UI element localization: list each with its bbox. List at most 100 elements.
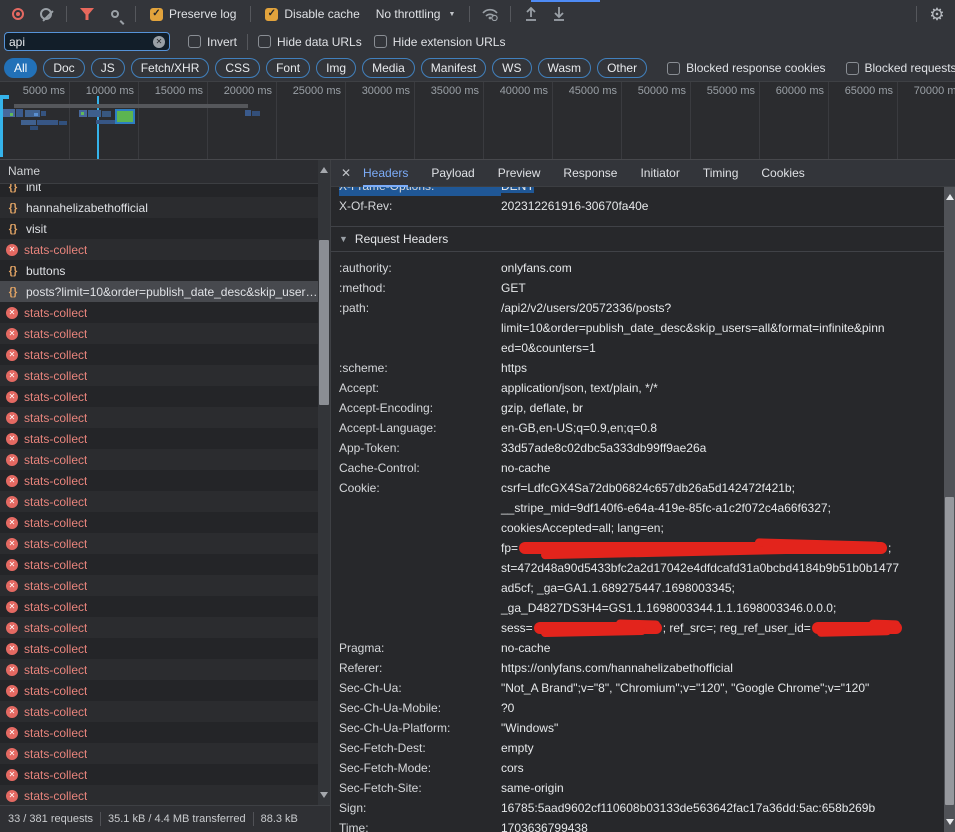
filter-pill-wasm[interactable]: Wasm	[538, 58, 592, 78]
request-failed-icon: ✕	[6, 790, 18, 802]
close-details-icon[interactable]: ✕	[341, 166, 363, 180]
redaction-scribble	[519, 542, 887, 554]
request-row[interactable]: ✕stats-collect	[0, 764, 330, 785]
request-row[interactable]: ✕stats-collect	[0, 659, 330, 680]
request-row[interactable]: ✕stats-collect	[0, 470, 330, 491]
settings-gear-icon[interactable]: ⚙	[925, 3, 949, 25]
request-row[interactable]: ✕stats-collect	[0, 344, 330, 365]
request-row[interactable]: ✕stats-collect	[0, 386, 330, 407]
filter-input[interactable]: api ✕	[4, 32, 170, 51]
tab-payload[interactable]: Payload	[431, 160, 474, 187]
hide-extension-urls-checkbox[interactable]: Hide extension URLs	[374, 35, 506, 49]
request-row[interactable]: ✕stats-collect	[0, 365, 330, 386]
request-row[interactable]: ✕stats-collect	[0, 596, 330, 617]
search-button[interactable]	[103, 3, 127, 25]
scrollbar-thumb[interactable]	[945, 497, 954, 805]
request-row[interactable]: ✕stats-collect	[0, 722, 330, 743]
tab-headers[interactable]: Headers	[363, 160, 408, 187]
request-row[interactable]: ✕stats-collect	[0, 554, 330, 575]
request-failed-icon: ✕	[6, 727, 18, 739]
header-row: Accept-Encoding:gzip, deflate, br	[339, 398, 955, 418]
scrollbar-thumb[interactable]	[319, 240, 329, 405]
hide-data-urls-checkbox[interactable]: Hide data URLs	[258, 35, 362, 49]
header-name: X-Of-Rev:	[339, 196, 501, 216]
request-row[interactable]: ✕stats-collect	[0, 638, 330, 659]
filter-pill-fetch-xhr[interactable]: Fetch/XHR	[131, 58, 210, 78]
request-row[interactable]: {}visit	[0, 218, 330, 239]
filter-pill-img[interactable]: Img	[316, 58, 356, 78]
filter-button[interactable]	[75, 3, 99, 25]
timeline-overview[interactable]: 5000 ms10000 ms15000 ms20000 ms25000 ms3…	[0, 82, 955, 160]
scroll-down-icon[interactable]	[320, 792, 328, 798]
request-row[interactable]: ✕stats-collect	[0, 785, 330, 805]
filter-pill-ws[interactable]: WS	[492, 58, 531, 78]
throttling-select[interactable]: No throttling ▼	[376, 7, 456, 21]
header-row: Accept:application/json, text/plain, */*	[339, 378, 955, 398]
request-row[interactable]: ✕stats-collect	[0, 302, 330, 323]
clear-button[interactable]	[34, 3, 58, 25]
disable-cache-checkbox[interactable]: ✓ Disable cache	[265, 7, 359, 21]
tab-timing[interactable]: Timing	[703, 160, 739, 187]
waterfall-bar	[88, 110, 101, 117]
ruler-tick-label: 40000 ms	[500, 85, 548, 97]
blocked-requests-checkbox[interactable]: Blocked requests	[846, 61, 955, 75]
request-row[interactable]: ✕stats-collect	[0, 701, 330, 722]
clear-filter-icon[interactable]: ✕	[153, 36, 165, 48]
filter-pill-doc[interactable]: Doc	[43, 58, 84, 78]
request-headers-section[interactable]: ▼ Request Headers	[339, 227, 955, 251]
request-row[interactable]: ✕stats-collect	[0, 323, 330, 344]
details-scrollbar[interactable]	[944, 187, 955, 832]
export-har-button[interactable]	[547, 3, 571, 25]
tab-preview[interactable]: Preview	[498, 160, 541, 187]
import-har-button[interactable]	[519, 3, 543, 25]
waterfall-bar	[34, 113, 38, 116]
scroll-up-icon[interactable]	[320, 167, 328, 173]
filter-pill-css[interactable]: CSS	[215, 58, 260, 78]
record-button[interactable]	[6, 3, 30, 25]
header-name: :authority:	[339, 258, 501, 278]
scroll-up-icon[interactable]	[946, 194, 954, 200]
overview-selection-handle[interactable]	[0, 95, 9, 99]
request-failed-icon: ✕	[6, 475, 18, 487]
request-row[interactable]: ✕stats-collect	[0, 575, 330, 596]
request-row[interactable]: ✕stats-collect	[0, 428, 330, 449]
filter-pill-media[interactable]: Media	[362, 58, 415, 78]
redaction-scribble	[812, 622, 902, 634]
request-row[interactable]: ✕stats-collect	[0, 512, 330, 533]
tab-initiator[interactable]: Initiator	[640, 160, 679, 187]
request-row[interactable]: ✕stats-collect	[0, 407, 330, 428]
header-value: same-origin	[501, 778, 564, 798]
request-row[interactable]: ✕stats-collect	[0, 617, 330, 638]
request-row[interactable]: {}buttons	[0, 260, 330, 281]
overview-selection-edge[interactable]	[0, 95, 3, 157]
throttling-value: No throttling	[376, 7, 441, 21]
request-row[interactable]: ✕stats-collect	[0, 449, 330, 470]
invert-checkbox[interactable]: Invert	[188, 35, 237, 49]
network-conditions-button[interactable]	[478, 3, 502, 25]
filter-pill-all[interactable]: All	[4, 58, 37, 78]
request-row[interactable]: ✕stats-collect	[0, 491, 330, 512]
tab-cookies[interactable]: Cookies	[761, 160, 804, 187]
ruler-gridline	[828, 82, 829, 159]
request-row[interactable]: ✕stats-collect	[0, 680, 330, 701]
preserve-log-checkbox[interactable]: ✓ Preserve log	[150, 7, 236, 21]
requests-scrollbar[interactable]	[318, 160, 330, 805]
blocked-response-cookies-checkbox[interactable]: Blocked response cookies	[667, 61, 825, 75]
devtools-network-panel: ✓ Preserve log ✓ Disable cache No thrott…	[0, 0, 955, 832]
filter-pill-other[interactable]: Other	[597, 58, 647, 78]
filter-pill-font[interactable]: Font	[266, 58, 310, 78]
filter-bar: api ✕ Invert Hide data URLs Hide extensi…	[0, 28, 955, 55]
request-row[interactable]: ✕stats-collect	[0, 743, 330, 764]
request-row[interactable]: {}posts?limit=10&order=publish_date_desc…	[0, 281, 330, 302]
request-row[interactable]: ✕stats-collect	[0, 239, 330, 260]
request-row[interactable]: ✕stats-collect	[0, 533, 330, 554]
header-name: Sign:	[339, 798, 501, 818]
request-row[interactable]: {}hannahelizabethofficial	[0, 197, 330, 218]
filter-pill-js[interactable]: JS	[91, 58, 125, 78]
filter-pill-manifest[interactable]: Manifest	[421, 58, 486, 78]
scroll-down-icon[interactable]	[946, 819, 954, 825]
name-column-header[interactable]: Name	[0, 160, 330, 184]
header-row: Sec-Ch-Ua-Mobile:?0	[339, 698, 955, 718]
tab-response[interactable]: Response	[563, 160, 617, 187]
request-row[interactable]: {}init	[0, 184, 330, 197]
